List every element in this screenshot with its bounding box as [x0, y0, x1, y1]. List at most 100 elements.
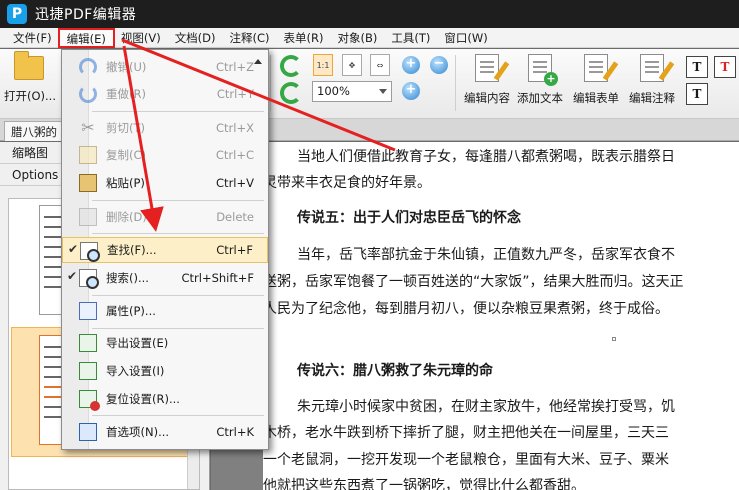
chevron-down-icon — [379, 89, 387, 94]
document-text-line: 他就把这些东西煮了一锅粥吃，觉得比什么都香甜。 — [263, 478, 585, 490]
open-button-label: 打开(O)... — [4, 89, 56, 103]
open-button[interactable]: 打开(O)... — [4, 51, 56, 113]
menu-window[interactable]: 窗口(W) — [437, 29, 494, 47]
menu-item-shortcut: Delete — [216, 210, 254, 224]
add-text-button[interactable]: + 添加文本 — [513, 54, 567, 114]
text-tool-icon[interactable]: T — [686, 56, 708, 78]
menu-item-shortcut: Ctrl+Z — [216, 60, 254, 74]
edit-form-label: 编辑表单 — [573, 91, 619, 105]
text-replace-icon[interactable]: T — [714, 56, 736, 78]
anchor-marker — [612, 337, 616, 341]
menu-item-label: 撤销(U) — [106, 60, 147, 74]
document-text-line: 木桥，老水牛跌到桥下摔折了腿，财主把他关在一间屋里，三天三 — [263, 425, 669, 441]
menu-item-reset-settings[interactable]: 复位设置(R)... — [62, 386, 268, 412]
chevron-up-icon — [254, 59, 262, 64]
menu-item-label: 复位设置(R)... — [106, 392, 180, 406]
copy-icon — [79, 146, 97, 164]
menu-item-label: 查找(F)... — [107, 243, 157, 257]
menu-item-label: 重做(R) — [106, 87, 146, 101]
document-tab[interactable]: 腊八粥的 — [4, 121, 64, 141]
import-settings-icon — [79, 362, 97, 380]
menu-item-search[interactable]: ✔ 搜索()... Ctrl+Shift+F — [62, 265, 268, 291]
menu-item-shortcut: Ctrl+C — [215, 148, 254, 162]
delete-icon — [79, 208, 97, 226]
menu-item-preferences[interactable]: 首选项(N)... Ctrl+K — [62, 419, 268, 445]
document-text-line: 一个老鼠洞，一挖开发现一个老鼠粮仓，里面有大米、豆子、粟米 — [263, 452, 669, 468]
document-view: 当地人们便借此教育子女，每逢腊八都煮粥喝，既表示腊祭日 灵带来丰衣足食的好年景。… — [211, 142, 739, 490]
zoom-in-icon[interactable]: + — [402, 82, 420, 100]
search-icon — [79, 269, 99, 289]
menu-item-label: 删除(D) — [106, 210, 147, 224]
properties-icon — [79, 302, 97, 320]
checkmark-icon: ✔ — [67, 269, 78, 283]
menu-item-properties[interactable]: 属性(P)... — [62, 298, 268, 324]
folder-icon — [14, 51, 44, 80]
toolbar-separator — [270, 55, 271, 111]
edit-annotation-button[interactable]: 编辑注释 — [624, 54, 680, 114]
menu-item-redo[interactable]: 重做(R) Ctrl+Y — [62, 81, 268, 107]
text-box-icon[interactable]: T — [686, 83, 708, 105]
document-page: 当地人们便借此教育子女，每逢腊八都煮粥喝，既表示腊祭日 灵带来丰衣足食的好年景。… — [263, 142, 739, 490]
menu-edit[interactable]: 编辑(E) — [57, 27, 115, 48]
edit-form-button[interactable]: 编辑表单 — [569, 54, 623, 114]
menu-item-paste[interactable]: 粘贴(P) Ctrl+V — [62, 170, 268, 196]
edit-menu-dropdown: 撤销(U) Ctrl+Z 重做(R) Ctrl+Y ✂ 剪切(T) Ctrl+X… — [61, 49, 269, 450]
document-text-line: 送粥，岳家军饱餐了一顿百姓送的“大家饭”，结果大胜而归。这天正 — [263, 274, 684, 290]
menu-form[interactable]: 表单(R) — [277, 29, 331, 47]
rotate-counterclockwise-icon[interactable] — [280, 82, 302, 104]
menu-item-shortcut: Ctrl+Shift+F — [181, 271, 255, 285]
menu-item-shortcut: Ctrl+Y — [216, 87, 254, 101]
edit-content-label: 编辑内容 — [464, 91, 510, 105]
fit-width-button[interactable]: ⇔ — [370, 54, 390, 76]
menu-item-undo[interactable]: 撤销(U) Ctrl+Z — [62, 54, 268, 80]
edit-form-icon — [584, 54, 619, 82]
redo-icon — [79, 85, 97, 103]
app-logo-icon: P — [7, 4, 27, 24]
document-text-line: 人民为了纪念他，每到腊月初八，便以杂粮豆果煮粥，终于成俗。 — [263, 301, 669, 317]
menu-file[interactable]: 文件(F) — [6, 29, 59, 47]
scissors-icon: ✂ — [81, 118, 95, 137]
menu-item-cut[interactable]: ✂ 剪切(T) Ctrl+X — [62, 115, 268, 141]
menu-item-shortcut: Ctrl+V — [216, 176, 254, 190]
fit-page-button[interactable]: ✥ — [342, 54, 362, 76]
menu-item-export-settings[interactable]: 导出设置(E) — [62, 330, 268, 356]
menu-tools[interactable]: 工具(T) — [384, 29, 437, 47]
section-heading: 传说五：出于人们对忠臣岳飞的怀念 — [297, 210, 521, 226]
menu-item-import-settings[interactable]: 导入设置(I) — [62, 358, 268, 384]
menu-item-label: 复制(C) — [106, 148, 147, 162]
edit-annotation-icon — [640, 54, 675, 82]
menu-item-shortcut: Ctrl+F — [216, 243, 253, 257]
zoom-in-small-icon[interactable]: + — [402, 56, 420, 74]
menu-bar: 文件(F) 编辑(E) 视图(V) 文档(D) 注释(C) 表单(R) 对象(B… — [0, 27, 739, 48]
menu-separator — [92, 233, 264, 234]
document-text-line: 灵带来丰衣足食的好年景。 — [263, 175, 431, 191]
menu-document[interactable]: 文档(D) — [168, 29, 223, 47]
edit-annotation-label: 编辑注释 — [629, 91, 675, 105]
menu-item-label: 搜索()... — [106, 271, 149, 285]
zoom-out-icon[interactable]: − — [430, 56, 448, 74]
menu-item-copy[interactable]: 复制(C) Ctrl+C — [62, 142, 268, 168]
menu-comment[interactable]: 注释(C) — [223, 29, 277, 47]
edit-content-icon — [475, 54, 510, 82]
menu-item-label: 导出设置(E) — [106, 336, 169, 350]
undo-icon — [79, 58, 97, 76]
zoom-select[interactable]: 100% — [312, 81, 392, 102]
menu-item-delete[interactable]: 删除(D) Delete — [62, 204, 268, 230]
document-text-line: 当年，岳飞率部抗金于朱仙镇，正值数九严冬，岳家军衣食不 — [297, 247, 675, 263]
reset-settings-icon — [79, 390, 100, 411]
checkmark-icon: ✔ — [68, 242, 79, 256]
menu-object[interactable]: 对象(B) — [331, 29, 385, 47]
menu-item-label: 剪切(T) — [106, 121, 145, 135]
rotate-clockwise-icon[interactable] — [280, 55, 302, 77]
zoom-value: 100% — [317, 84, 350, 98]
menu-separator — [92, 295, 264, 296]
menu-item-find[interactable]: ✔ 查找(F)... Ctrl+F — [62, 237, 268, 263]
document-text-line: 当地人们便借此教育子女，每逢腊八都煮粥喝，既表示腊祭日 — [297, 149, 675, 165]
app-title: 迅捷PDF编辑器 — [35, 7, 137, 23]
find-icon — [80, 242, 100, 262]
actual-size-button[interactable]: 1:1 — [313, 54, 333, 76]
menu-view[interactable]: 视图(V) — [114, 29, 168, 47]
menu-item-label: 首选项(N)... — [106, 425, 170, 439]
paste-icon — [79, 174, 97, 192]
edit-content-button[interactable]: 编辑内容 — [460, 54, 514, 114]
